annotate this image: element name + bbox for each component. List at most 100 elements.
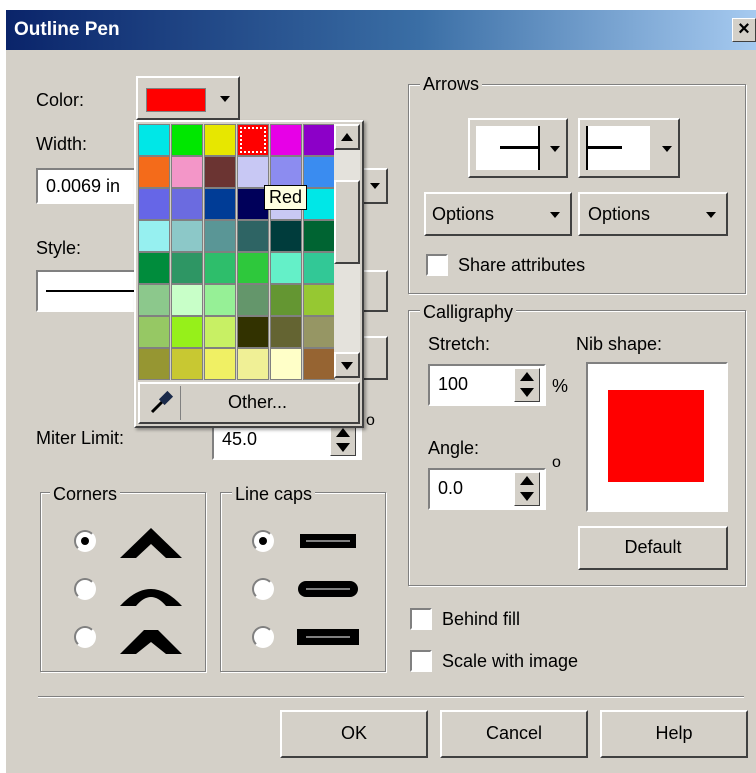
share-attributes-label: Share attributes bbox=[458, 255, 586, 275]
color-swatch-cell[interactable] bbox=[303, 316, 335, 348]
color-swatch-cell[interactable] bbox=[204, 348, 236, 380]
eyedropper-button[interactable] bbox=[146, 388, 176, 418]
behind-fill-checkbox[interactable] bbox=[410, 608, 432, 630]
cap-butt-radio[interactable] bbox=[252, 530, 274, 552]
color-swatch-cell[interactable] bbox=[237, 156, 269, 188]
miter-corner-icon bbox=[120, 528, 182, 558]
default-button[interactable]: Default bbox=[578, 526, 728, 570]
dialog-title: Outline Pen bbox=[14, 19, 120, 40]
color-swatch-cell[interactable] bbox=[303, 284, 335, 316]
color-swatch-cell[interactable] bbox=[237, 124, 269, 156]
color-swatch-cell[interactable] bbox=[237, 252, 269, 284]
width-dropdown-button[interactable] bbox=[362, 168, 388, 204]
corner-miter-radio[interactable] bbox=[74, 530, 96, 552]
color-swatch-cell[interactable] bbox=[303, 156, 335, 188]
angle-degree-symbol: o bbox=[552, 454, 561, 471]
color-swatch-cell[interactable] bbox=[171, 156, 203, 188]
color-swatch-cell[interactable] bbox=[204, 220, 236, 252]
color-swatch-cell[interactable] bbox=[270, 348, 302, 380]
cap-square-radio[interactable] bbox=[252, 626, 274, 648]
color-swatch-cell[interactable] bbox=[171, 188, 203, 220]
color-swatch-cell[interactable] bbox=[138, 220, 170, 252]
help-button[interactable]: Help bbox=[600, 710, 748, 758]
butt-cap-icon bbox=[300, 534, 356, 548]
color-swatch-cell[interactable] bbox=[270, 316, 302, 348]
angle-label: Angle: bbox=[428, 438, 480, 458]
color-swatch-cell[interactable] bbox=[204, 124, 236, 156]
angle-field[interactable]: 0.0 bbox=[428, 468, 546, 510]
color-swatch-cell[interactable] bbox=[303, 220, 335, 252]
color-swatch-cell[interactable] bbox=[204, 252, 236, 284]
scale-with-image-checkbox[interactable] bbox=[410, 650, 432, 672]
other-colors-button[interactable]: Other... bbox=[228, 392, 287, 413]
end-arrow-selector[interactable] bbox=[578, 118, 680, 178]
corner-round-radio[interactable] bbox=[74, 578, 96, 600]
color-picker-button[interactable] bbox=[136, 76, 240, 120]
color-swatch-cell[interactable] bbox=[138, 252, 170, 284]
color-swatch-cell[interactable] bbox=[171, 348, 203, 380]
color-swatch-cell[interactable] bbox=[171, 220, 203, 252]
corner-bevel-radio[interactable] bbox=[74, 626, 96, 648]
stretch-spinner[interactable] bbox=[514, 368, 540, 402]
color-swatch-cell[interactable] bbox=[237, 284, 269, 316]
chevron-down-icon bbox=[550, 146, 560, 152]
style-selector[interactable] bbox=[36, 270, 136, 312]
radio-dot bbox=[81, 537, 89, 545]
scale-with-image-label: Scale with image bbox=[442, 651, 579, 671]
color-swatch-cell[interactable] bbox=[303, 188, 335, 220]
color-swatch-cell[interactable] bbox=[138, 316, 170, 348]
cancel-button[interactable]: Cancel bbox=[440, 710, 588, 758]
chevron-down-icon bbox=[370, 183, 380, 189]
start-arrow-selector[interactable] bbox=[468, 118, 568, 178]
color-swatch-cell[interactable] bbox=[237, 220, 269, 252]
scroll-up-button[interactable] bbox=[334, 124, 360, 150]
stretch-field[interactable]: 100 bbox=[428, 364, 546, 406]
share-attributes-checkbox[interactable] bbox=[426, 254, 448, 276]
palette-scrollbar[interactable] bbox=[334, 124, 360, 378]
color-swatch-cell[interactable] bbox=[204, 284, 236, 316]
arrow-options-left-button[interactable]: Options bbox=[424, 192, 572, 236]
angle-spinner[interactable] bbox=[514, 472, 540, 506]
color-swatch-cell[interactable] bbox=[237, 348, 269, 380]
color-swatch-cell[interactable] bbox=[171, 284, 203, 316]
color-swatch-cell[interactable] bbox=[303, 252, 335, 284]
color-swatch-cell[interactable] bbox=[204, 156, 236, 188]
color-swatch-cell[interactable] bbox=[171, 124, 203, 156]
color-swatch-cell[interactable] bbox=[138, 124, 170, 156]
miter-degree-symbol: o bbox=[366, 412, 375, 429]
cap-round-radio[interactable] bbox=[252, 578, 274, 600]
color-swatch-cell[interactable] bbox=[171, 252, 203, 284]
round-corner-icon bbox=[120, 589, 182, 606]
width-field[interactable]: 0.0069 in bbox=[36, 168, 136, 204]
color-swatch-cell[interactable] bbox=[138, 284, 170, 316]
start-arrow-preview bbox=[476, 126, 540, 170]
miter-spinner[interactable] bbox=[330, 424, 356, 456]
color-swatch-cell[interactable] bbox=[270, 124, 302, 156]
color-swatch-cell[interactable] bbox=[303, 348, 335, 380]
color-swatch-cell[interactable] bbox=[171, 316, 203, 348]
nib-shape-label: Nib shape: bbox=[576, 334, 663, 354]
color-swatch-cell[interactable] bbox=[270, 252, 302, 284]
color-swatch-cell[interactable] bbox=[204, 316, 236, 348]
arrow-line bbox=[500, 146, 540, 149]
color-swatch-cell[interactable] bbox=[138, 156, 170, 188]
color-swatch-cell[interactable] bbox=[138, 348, 170, 380]
spin-up-icon bbox=[520, 476, 534, 485]
color-swatch-cell[interactable] bbox=[237, 316, 269, 348]
scroll-thumb[interactable] bbox=[334, 180, 360, 264]
color-swatch-cell[interactable] bbox=[270, 220, 302, 252]
stretch-value: 100 bbox=[438, 374, 469, 394]
options-right-label: Options bbox=[588, 204, 651, 224]
swatch-grid bbox=[138, 124, 335, 380]
color-swatch-cell[interactable] bbox=[138, 188, 170, 220]
close-button[interactable]: × bbox=[732, 18, 756, 42]
nib-shape-preview[interactable] bbox=[586, 362, 728, 512]
scroll-down-button[interactable] bbox=[334, 352, 360, 378]
ok-button[interactable]: OK bbox=[280, 710, 428, 758]
color-swatch-cell[interactable] bbox=[303, 124, 335, 156]
color-swatch-cell[interactable] bbox=[270, 284, 302, 316]
arrow-options-right-button[interactable]: Options bbox=[578, 192, 728, 236]
color-swatch-cell[interactable] bbox=[204, 188, 236, 220]
color-swatch-cell[interactable] bbox=[270, 156, 302, 188]
spin-down-icon bbox=[520, 492, 534, 501]
